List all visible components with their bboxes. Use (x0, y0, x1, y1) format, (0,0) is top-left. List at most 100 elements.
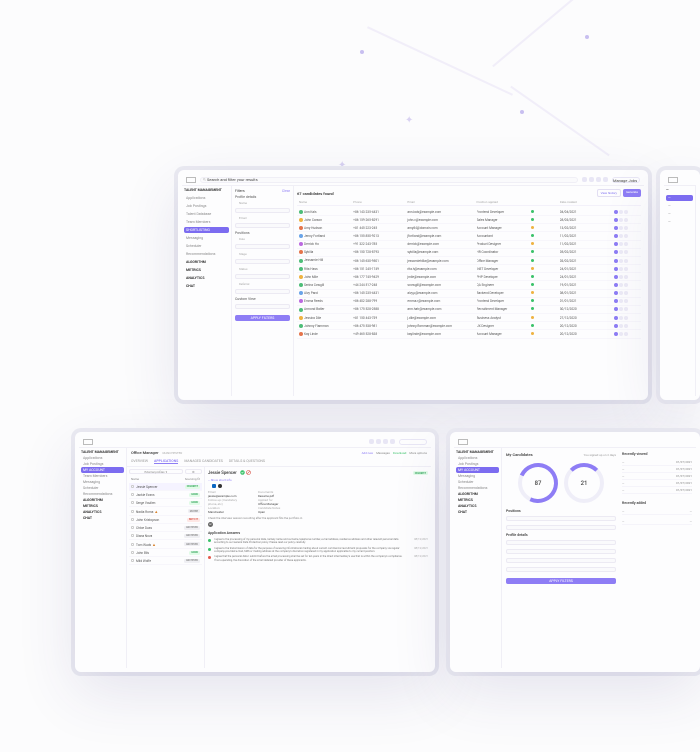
user-menu[interactable] (399, 439, 427, 445)
table-row[interactable]: Derrick Ho+91 322 243-785derrick@example… (297, 241, 641, 249)
column-header[interactable]: Position applied (477, 200, 527, 204)
table-row[interactable]: Ann Kals+86 143 235-4431ann.kals@example… (297, 208, 641, 216)
filter-select[interactable] (235, 289, 290, 294)
list-item[interactable]: Jessie SpencerFAVORITE (129, 483, 202, 491)
checkbox-icon[interactable] (131, 551, 134, 554)
row-action-icon[interactable] (619, 267, 623, 271)
apply-filters-button[interactable]: APPLY FILTERS (235, 315, 290, 321)
row-action-icon[interactable] (624, 226, 628, 230)
messages-link[interactable]: Messages (376, 451, 390, 455)
gear-icon[interactable] (603, 177, 608, 182)
row-action-icon[interactable] (619, 250, 623, 254)
filter-input[interactable] (506, 567, 616, 572)
sidebar-item-active[interactable]: SHORTLISTING (184, 227, 229, 233)
sidebar-item[interactable]: Recommendations (184, 251, 229, 257)
table-row[interactable]: Armond Batler+86 175 528-2588arm.hatr@ex… (297, 306, 641, 314)
sidebar-item[interactable]: Job Postings (184, 203, 229, 209)
row-action-icon[interactable] (619, 332, 623, 336)
row-action-icon[interactable] (624, 283, 628, 287)
table-row[interactable]: Amy Hudson+81 445 223-245amy84@domain.co… (297, 224, 641, 232)
filter-input[interactable] (235, 223, 290, 228)
checkbox-icon[interactable] (131, 485, 134, 488)
list-item[interactable]: John KristopsonNOT FIT (129, 516, 202, 524)
row-action-icon[interactable] (619, 307, 623, 311)
tab-overview[interactable]: OVERVIEW (131, 459, 148, 464)
tab-managed[interactable]: MANAGED CANDIDATES (184, 459, 223, 464)
row-action-icon[interactable] (619, 242, 623, 246)
table-row[interactable]: John Carson+86 159 265-8291john.c@exampl… (297, 216, 641, 224)
row-action-primary-icon[interactable] (614, 250, 618, 254)
checkbox-icon[interactable] (131, 543, 134, 546)
row-action-icon[interactable] (619, 218, 623, 222)
filter-select[interactable] (235, 259, 290, 264)
row-action-icon[interactable] (619, 226, 623, 230)
gear-icon[interactable] (390, 439, 395, 444)
checkbox-icon[interactable] (131, 501, 134, 504)
row-action-icon[interactable] (624, 242, 628, 246)
row-action-icon[interactable] (624, 210, 628, 214)
row-action-primary-icon[interactable] (614, 226, 618, 230)
row-action-primary-icon[interactable] (614, 332, 618, 336)
row-action-primary-icon[interactable] (614, 324, 618, 328)
table-row[interactable]: Jenny Fortland+86 155 850-9213jfortland@… (297, 232, 641, 240)
sidebar-item[interactable]: — (666, 211, 693, 217)
sidebar-item[interactable]: Team Members (184, 219, 229, 225)
sidebar-item[interactable]: Applications (184, 195, 229, 201)
table-row[interactable]: Rita Hass+86 151 245-1749rita.h@example.… (297, 265, 641, 273)
filter-select[interactable] (235, 244, 290, 249)
row-action-primary-icon[interactable] (614, 299, 618, 303)
sidebar-item[interactable]: Scheduler (184, 243, 229, 249)
table-row[interactable]: Sybilla+86 150 728-8793sybilla@example.c… (297, 249, 641, 257)
user-menu[interactable]: Manage Jobs (612, 177, 640, 183)
row-action-icon[interactable] (619, 210, 623, 214)
row-action-icon[interactable] (624, 299, 628, 303)
row-action-icon[interactable] (624, 267, 628, 271)
row-action-icon[interactable] (619, 316, 623, 320)
row-action-primary-icon[interactable] (614, 275, 618, 279)
row-action-icon[interactable] (624, 307, 628, 311)
bell-icon[interactable] (582, 177, 587, 182)
filter-select[interactable] (235, 304, 290, 309)
table-row[interactable]: Serina Cowgill+44 244 517-248scowgill@ex… (297, 281, 641, 289)
list-filter-button[interactable]: ⚙ (185, 469, 202, 474)
filter-input[interactable] (506, 549, 616, 554)
sidebar-item[interactable]: ANALYTICS (184, 275, 229, 281)
generate-button[interactable]: Generate (623, 189, 641, 197)
row-action-primary-icon[interactable] (614, 234, 618, 238)
filter-select[interactable] (506, 525, 616, 530)
list-item[interactable]: Mild WolfeARCHIVED (129, 557, 202, 565)
list-item[interactable]: —01/07/2021 (622, 459, 692, 466)
column-header[interactable]: Email (407, 200, 472, 204)
column-header[interactable]: Phone (353, 200, 403, 204)
sidebar-item[interactable]: CHAT (81, 515, 124, 521)
sidebar-item[interactable]: ALGORITHM (184, 259, 229, 265)
help-icon[interactable] (596, 177, 601, 182)
sidebar-item[interactable]: Talent Database (184, 211, 229, 217)
list-item[interactable]: Nadia Roma ▲MAYBE (129, 507, 202, 516)
filter-select[interactable] (235, 274, 290, 279)
list-item[interactable]: Chloe DussARCHIVED (129, 524, 202, 532)
row-action-icon[interactable] (624, 324, 628, 328)
row-action-icon[interactable] (619, 234, 623, 238)
row-action-icon[interactable] (619, 275, 623, 279)
list-item[interactable]: —— (622, 508, 692, 515)
row-action-primary-icon[interactable] (614, 267, 618, 271)
more-options-icon[interactable]: More options (409, 451, 427, 455)
sidebar-item[interactable]: CHAT (456, 509, 499, 515)
filter-select[interactable] (506, 516, 616, 521)
sidebar-item[interactable]: Messaging (184, 235, 229, 241)
list-item[interactable]: —01/07/2021 (622, 487, 692, 494)
filter-input[interactable] (506, 558, 616, 563)
row-action-primary-icon[interactable] (614, 316, 618, 320)
row-action-icon[interactable] (624, 218, 628, 222)
list-item[interactable]: —01/07/2021 (622, 473, 692, 480)
row-action-icon[interactable] (619, 299, 623, 303)
checkbox-icon[interactable] (131, 518, 134, 521)
add-new-button[interactable]: Add new (362, 451, 374, 455)
sidebar-item[interactable]: — (666, 203, 693, 209)
row-action-primary-icon[interactable] (614, 218, 618, 222)
list-item[interactable]: —01/07/2021 (622, 480, 692, 487)
filter-input[interactable] (506, 540, 616, 545)
list-sort-button[interactable]: External profiles ▾ (129, 469, 183, 474)
view-history-button[interactable]: View history (597, 189, 621, 197)
